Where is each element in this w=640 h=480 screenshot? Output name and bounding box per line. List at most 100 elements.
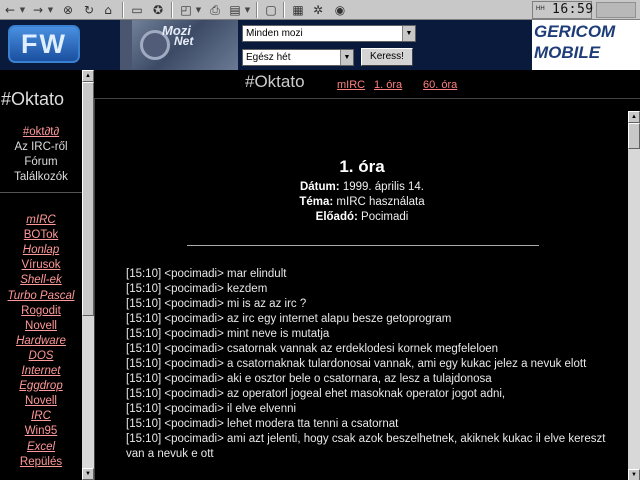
toolbar-extra-area bbox=[596, 2, 636, 18]
speaker-label: Előadó: bbox=[315, 211, 358, 223]
sidebar-topic-link[interactable]: Hardware bbox=[0, 334, 82, 349]
sponsor-logo-line1: GERICOM bbox=[534, 22, 616, 41]
lesson-date: Dátum: 1999. április 14. bbox=[95, 180, 629, 195]
content-divider bbox=[187, 245, 539, 246]
main-scrollbar[interactable]: ▲ ▼ bbox=[628, 111, 640, 480]
history-icon[interactable]: ◰ bbox=[178, 2, 194, 18]
chat-log-line: [15:10] <pocimadi> mint neve is mutatja bbox=[126, 328, 330, 340]
back-dropdown-icon[interactable]: ▼ bbox=[19, 2, 26, 18]
chat-log-line: [15:10] <pocimadi> ami azt jelenti, hogy… bbox=[126, 433, 606, 460]
chat-log-line: [15:10] <pocimadi> csatornak vannak az e… bbox=[126, 343, 499, 355]
period-select-value: Egész hét bbox=[246, 52, 291, 63]
page-title: #Oktato bbox=[245, 72, 305, 91]
date-value: 1999. április 14. bbox=[342, 181, 425, 193]
channels-icon[interactable]: ▦ bbox=[290, 2, 306, 18]
forward-arrow-icon[interactable]: → bbox=[30, 2, 46, 18]
sidebar-topic-link[interactable]: Honlap bbox=[0, 243, 82, 258]
topic-label: Téma: bbox=[299, 196, 334, 208]
site-logo-text: FW bbox=[21, 29, 67, 59]
print-icon[interactable]: ⎙ bbox=[207, 2, 223, 18]
sponsor-banner[interactable]: GERICOM MOBILE bbox=[532, 20, 640, 70]
speaker-value: Pocimadi bbox=[361, 211, 409, 223]
sidebar-topic-link[interactable]: mIRC bbox=[0, 213, 82, 228]
page-header: #Oktato mIRC 1. óra 60. óra bbox=[94, 70, 640, 98]
chat-log-line: [15:10] <pocimadi> il elve elvenni bbox=[126, 403, 297, 415]
header-link-lesson-60[interactable]: 60. óra bbox=[423, 78, 457, 92]
edit-dropdown-icon[interactable]: ▼ bbox=[244, 2, 251, 18]
lesson-topic: Téma: mIRC használata bbox=[95, 195, 629, 210]
main-scroll-thumb[interactable] bbox=[628, 123, 640, 149]
chat-log: [15:10] <pocimadi> mar elindult [15:10] <… bbox=[126, 267, 626, 462]
refresh-icon[interactable]: ↻ bbox=[81, 2, 97, 18]
sidebar-topic-link[interactable]: Turbo Pascal bbox=[0, 289, 82, 304]
chat-log-line: [15:10] <pocimadi> az irc egy internet a… bbox=[126, 313, 452, 325]
sponsor-logo-line2: MOBILE bbox=[534, 43, 601, 62]
sidebar-topic-link[interactable]: Eggdrop bbox=[0, 379, 82, 394]
toolbar-separator bbox=[171, 2, 173, 18]
main-content: 1. óra Dátum: 1999. április 14. Téma: mI… bbox=[94, 98, 640, 480]
movie-ad-banner[interactable]: Mozi Net bbox=[120, 20, 238, 70]
cinema-select-value: Minden mozi bbox=[246, 28, 303, 39]
cinema-select[interactable]: Minden mozi ▼ bbox=[242, 25, 416, 42]
chat-log-line: [15:10] <pocimadi> kezdem bbox=[126, 283, 268, 295]
sidebar-title: #Oktato bbox=[1, 89, 65, 109]
toolbar-separator bbox=[283, 2, 285, 18]
sidebar-topic-link[interactable]: Win95 bbox=[0, 424, 82, 439]
scroll-down-icon[interactable]: ▼ bbox=[628, 469, 640, 480]
chat-log-line: [15:10] <pocimadi> mar elindult bbox=[126, 268, 287, 280]
scroll-down-icon[interactable]: ▼ bbox=[82, 468, 94, 480]
sidebar-top-item[interactable]: #okt∂t∂ bbox=[0, 125, 82, 140]
sidebar-topic-link[interactable]: Repülés bbox=[0, 455, 82, 470]
signal-indicator: HH bbox=[536, 6, 545, 12]
edit-icon[interactable]: ▤ bbox=[227, 2, 243, 18]
sidebar-topic-link[interactable]: Excel bbox=[0, 440, 82, 455]
site-logo[interactable]: FW bbox=[8, 25, 80, 63]
period-select[interactable]: Egész hét ▼ bbox=[242, 49, 354, 66]
chat-log-line: [15:10] <pocimadi> mi is az az irc ? bbox=[126, 298, 307, 310]
sidebar-scrollbar[interactable]: ▲ ▼ bbox=[82, 70, 94, 480]
sidebar-scroll-thumb[interactable] bbox=[82, 82, 94, 316]
sidebar-topic-link[interactable]: Rogodit bbox=[0, 304, 82, 319]
chevron-down-icon[interactable]: ▼ bbox=[340, 50, 353, 65]
sidebar-topic-link[interactable]: Novell bbox=[0, 394, 82, 409]
sidebar-topic-link[interactable]: DOS bbox=[0, 349, 82, 364]
sidebar-top-item[interactable]: Az IRC-ről bbox=[0, 140, 82, 155]
stop-icon[interactable]: ⊗ bbox=[60, 2, 76, 18]
chat-log-line: [15:10] <pocimadi> az operatorl jogeal e… bbox=[126, 388, 506, 400]
chevron-down-icon[interactable]: ▼ bbox=[402, 26, 415, 41]
history-dropdown-icon[interactable]: ▼ bbox=[195, 2, 202, 18]
favorites-icon[interactable]: ✪ bbox=[150, 2, 166, 18]
sidebar-topic-link[interactable]: Vírusok bbox=[0, 258, 82, 273]
home-icon[interactable]: ⌂ bbox=[100, 2, 116, 18]
sidebar-topic-link[interactable]: IRC bbox=[0, 409, 82, 424]
movie-ad-side-strip bbox=[120, 20, 132, 70]
sidebar-topic-link[interactable]: Novell bbox=[0, 319, 82, 334]
clock-widget: HH 16:59 bbox=[532, 1, 593, 19]
movie-ad-logo-2: Net bbox=[174, 34, 194, 48]
sidebar-topic-link[interactable]: BOTok bbox=[0, 228, 82, 243]
toolbar-separator bbox=[256, 2, 258, 18]
fullscreen-icon[interactable]: ◉ bbox=[332, 2, 348, 18]
header-link-lesson-1[interactable]: 1. óra bbox=[374, 78, 402, 92]
header-link-mirc[interactable]: mIRC bbox=[337, 78, 365, 92]
lesson-title: 1. óra bbox=[339, 157, 385, 176]
chat-log-line: [15:10] <pocimadi> a csatornaknak tulard… bbox=[126, 358, 587, 370]
back-arrow-icon[interactable]: ← bbox=[2, 2, 18, 18]
forward-dropdown-icon[interactable]: ▼ bbox=[47, 2, 54, 18]
topic-value: mIRC használata bbox=[336, 196, 425, 208]
chat-log-line: [15:10] <pocimadi> aki e osztor bele o c… bbox=[126, 373, 492, 385]
sidebar-divider bbox=[0, 192, 82, 193]
sidebar-top-item[interactable]: Fórum bbox=[0, 155, 82, 170]
lesson-content: 1. óra Dátum: 1999. április 14. Téma: mI… bbox=[95, 99, 629, 480]
settings-icon[interactable]: ✲ bbox=[310, 2, 326, 18]
sidebar-topic-link[interactable]: Shell-ek bbox=[0, 273, 82, 288]
search-icon[interactable]: ▭ bbox=[129, 2, 145, 18]
chat-log-line: [15:10] <pocimadi> lehet modera tta tenn… bbox=[126, 418, 399, 430]
media-icon[interactable]: ▢ bbox=[263, 2, 279, 18]
lesson-speaker: Előadó: Pocimadi bbox=[95, 210, 629, 225]
scroll-up-icon[interactable]: ▲ bbox=[628, 111, 640, 123]
sidebar-top-item[interactable]: Találkozók bbox=[0, 170, 82, 185]
sidebar-topic-link[interactable]: Internet bbox=[0, 364, 82, 379]
search-button[interactable]: Keress! bbox=[361, 48, 413, 66]
scroll-up-icon[interactable]: ▲ bbox=[82, 70, 94, 82]
